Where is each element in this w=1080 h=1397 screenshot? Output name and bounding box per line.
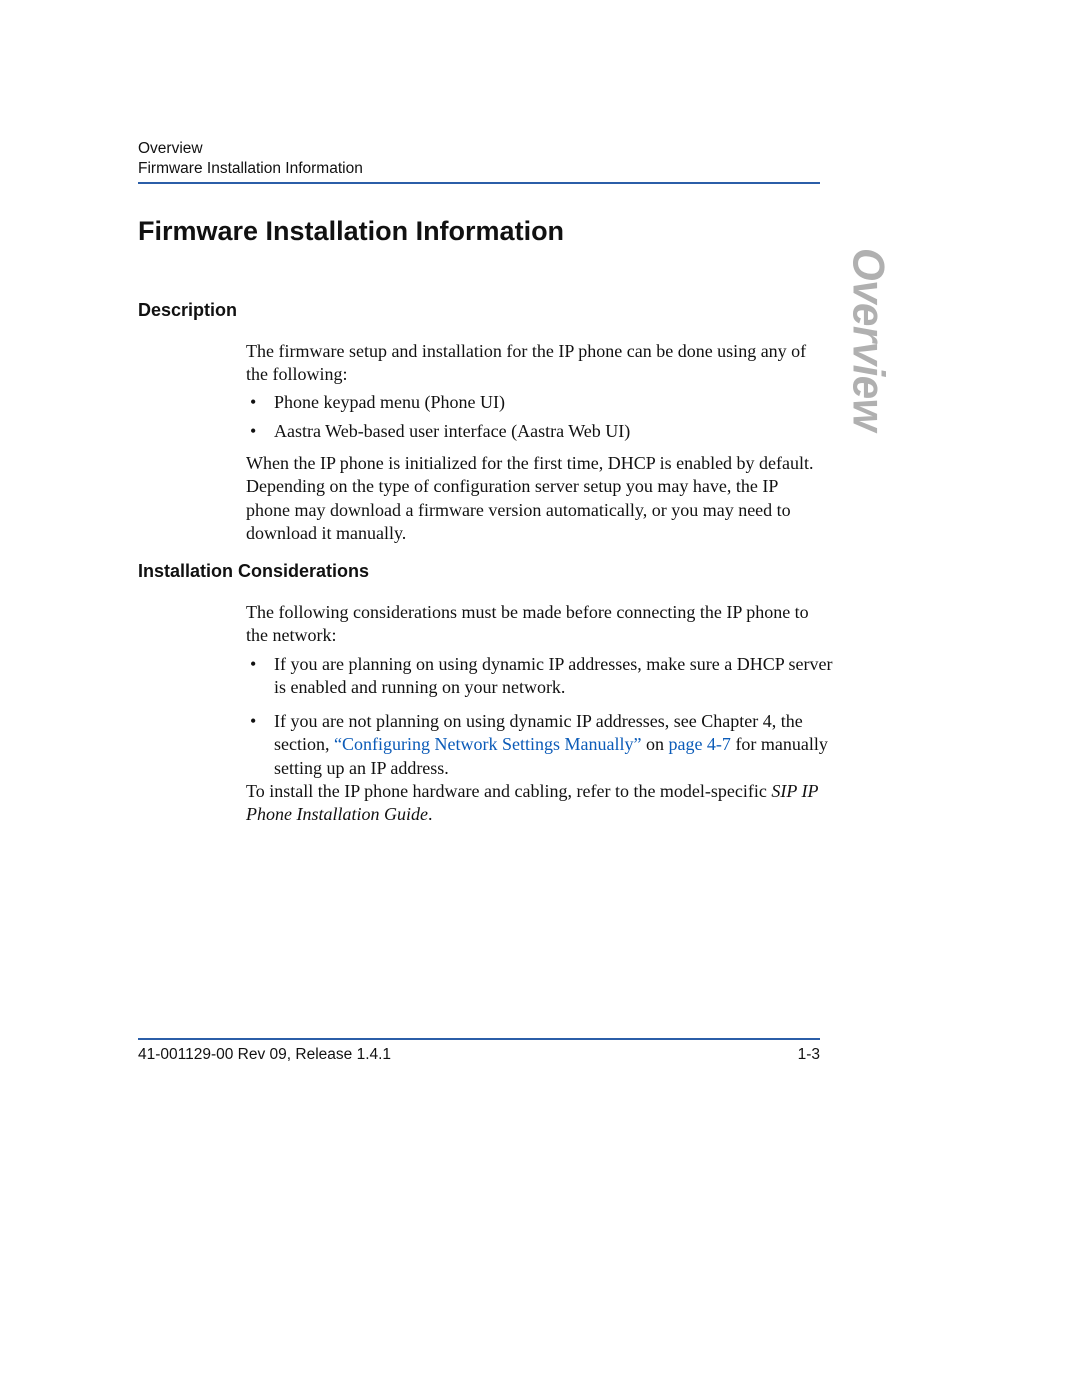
top-rule (138, 182, 820, 184)
subheading-considerations: Installation Considerations (138, 561, 369, 582)
considerations-bullet-mid: on (641, 734, 668, 754)
footer-page-number: 1-3 (798, 1046, 820, 1064)
page-footer: 41-001129-00 Rev 09, Release 1.4.1 1-3 (138, 1046, 820, 1064)
footer-left: 41-001129-00 Rev 09, Release 1.4.1 (138, 1046, 391, 1064)
side-tab-label: Overview (843, 248, 893, 431)
description-intro: The firmware setup and installation for … (246, 340, 820, 387)
description-bullets: Phone keypad menu (Phone UI) Aastra Web-… (246, 391, 848, 450)
running-header: Overview Firmware Installation Informati… (138, 140, 820, 178)
runhead-line2: Firmware Installation Information (138, 160, 820, 178)
considerations-bullet: If you are not planning on using dynamic… (274, 710, 848, 780)
closing-post: . (428, 804, 433, 824)
description-bullet: Aastra Web-based user interface (Aastra … (274, 420, 848, 443)
section-heading: Firmware Installation Information (138, 216, 564, 247)
subheading-description: Description (138, 300, 237, 321)
side-tab: Overview (844, 248, 892, 448)
xref-link-page[interactable]: page 4-7 (668, 734, 730, 754)
closing-pre: To install the IP phone hardware and cab… (246, 781, 771, 801)
xref-link-config[interactable]: “Configuring Network Settings Manually” (334, 734, 641, 754)
considerations-intro: The following considerations must be mad… (246, 601, 820, 648)
description-after: When the IP phone is initialized for the… (246, 452, 820, 546)
page: Overview Firmware Installation Informati… (0, 0, 1080, 1397)
considerations-closing: To install the IP phone hardware and cab… (246, 780, 820, 827)
considerations-bullet: If you are planning on using dynamic IP … (274, 653, 848, 700)
description-bullet: Phone keypad menu (Phone UI) (274, 391, 848, 414)
considerations-bullets: If you are planning on using dynamic IP … (246, 653, 848, 790)
bottom-rule (138, 1038, 820, 1040)
runhead-line1: Overview (138, 140, 820, 158)
